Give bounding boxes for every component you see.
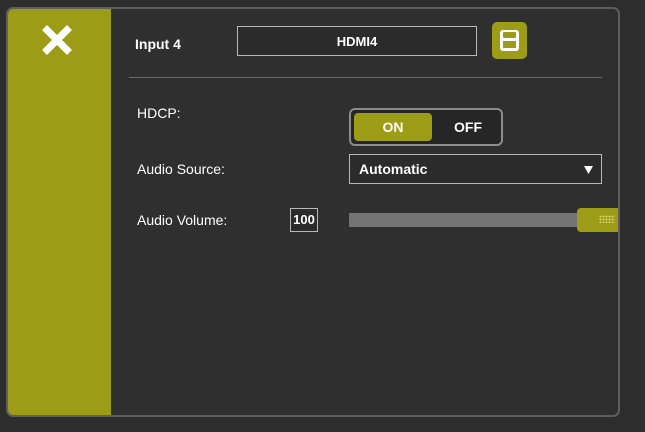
audio-volume-slider-track[interactable]: [349, 213, 599, 227]
save-button[interactable]: [492, 22, 527, 59]
hdcp-off-option[interactable]: OFF: [435, 113, 501, 141]
header-divider: [129, 77, 602, 78]
input-name-field[interactable]: [237, 26, 477, 56]
sidebar: [8, 9, 111, 415]
close-button[interactable]: [42, 25, 72, 55]
save-icon: [500, 30, 519, 51]
audio-source-label: Audio Source:: [137, 161, 225, 177]
hdcp-label: HDCP:: [137, 105, 181, 121]
grip-icon: [599, 215, 615, 223]
audio-volume-slider-thumb[interactable]: [577, 208, 618, 232]
audio-source-value: Automatic: [359, 161, 428, 177]
audio-volume-value[interactable]: 100: [290, 208, 318, 232]
input-title: Input 4: [135, 36, 181, 52]
input-settings-panel: Input 4 HDCP: ON OFF Audio Source: Autom…: [6, 7, 620, 417]
close-icon: [42, 25, 72, 55]
hdcp-on-option[interactable]: ON: [354, 113, 432, 141]
hdcp-toggle[interactable]: ON OFF: [349, 108, 503, 146]
audio-volume-label: Audio Volume:: [137, 212, 228, 228]
dropdown-arrow-icon: [584, 166, 593, 174]
audio-source-select[interactable]: Automatic: [349, 154, 602, 184]
